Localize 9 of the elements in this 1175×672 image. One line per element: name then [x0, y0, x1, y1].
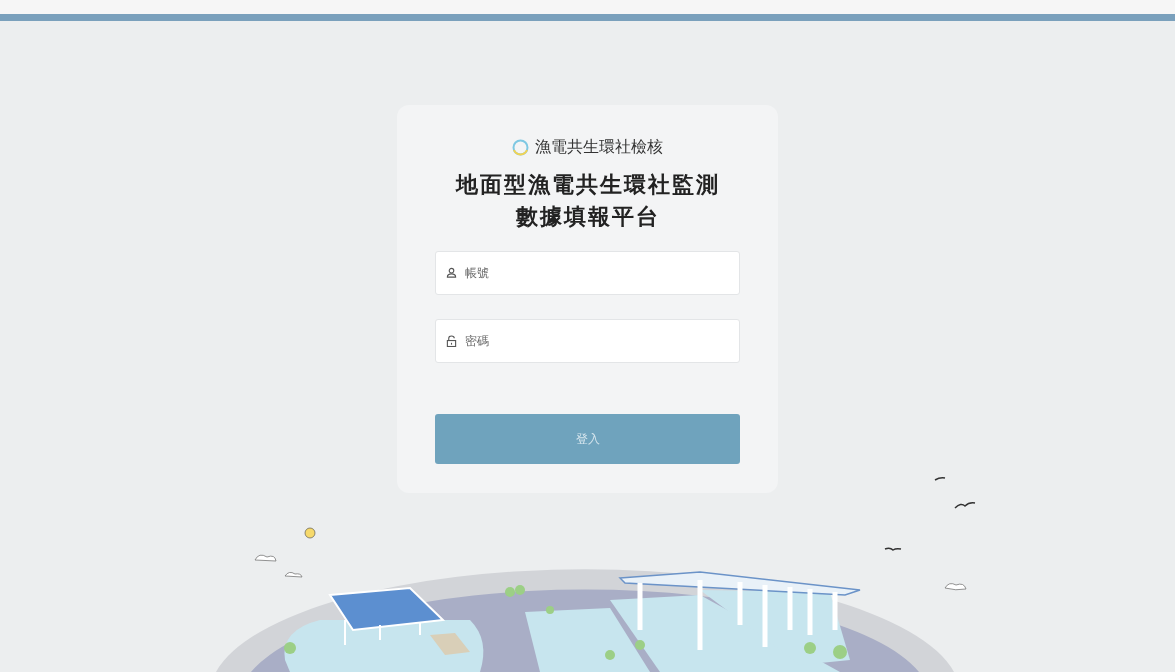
login-button[interactable]: 登入: [435, 414, 740, 464]
ring-logo-icon: [512, 138, 529, 156]
password-field[interactable]: 密碼: [435, 319, 740, 363]
page-title: 數據填報平台: [515, 203, 660, 231]
lock-icon: [446, 335, 457, 347]
brand-name: 漁電共生環社檢核: [535, 137, 663, 157]
person-icon: [446, 267, 457, 278]
page-title: 地面型漁電共生環社監測: [455, 171, 720, 199]
account-field[interactable]: 帳號: [435, 251, 740, 295]
